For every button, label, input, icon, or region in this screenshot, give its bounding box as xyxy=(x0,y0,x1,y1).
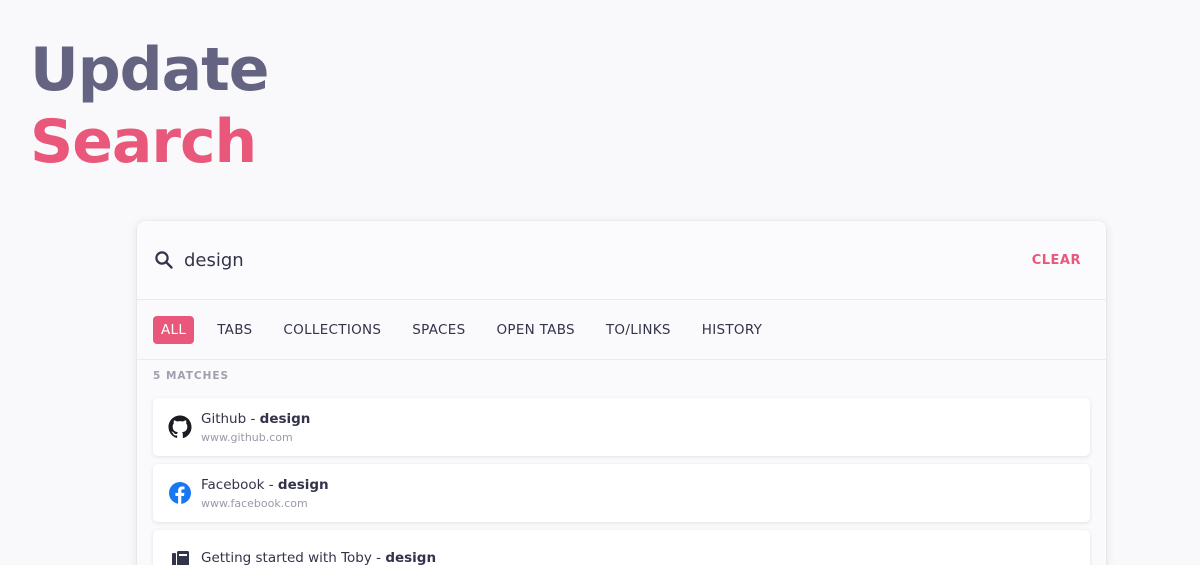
results-list: Github - design www.github.com Facebook … xyxy=(137,398,1106,565)
result-title: Facebook - design xyxy=(201,477,329,493)
result-text: Facebook - design www.facebook.com xyxy=(201,476,329,510)
search-panel: CLEAR ALL TABS COLLECTIONS SPACES OPEN T… xyxy=(137,221,1106,565)
search-icon xyxy=(153,249,175,271)
search-input[interactable] xyxy=(184,249,1032,271)
tab-collections[interactable]: COLLECTIONS xyxy=(275,316,389,344)
result-item[interactable]: Facebook - design www.facebook.com xyxy=(153,464,1090,522)
result-url: www.github.com xyxy=(201,431,293,444)
facebook-icon xyxy=(167,480,193,506)
result-url: www.facebook.com xyxy=(201,497,308,510)
result-title: Getting started with Toby - design xyxy=(201,549,437,565)
clear-button[interactable]: CLEAR xyxy=(1032,253,1081,268)
tab-history[interactable]: HISTORY xyxy=(694,316,770,344)
result-item[interactable]: Getting started with Toby - design xyxy=(153,530,1090,565)
tab-tabs[interactable]: TABS xyxy=(209,316,260,344)
result-title: Github - design xyxy=(201,411,311,427)
result-text: Getting started with Toby - design xyxy=(201,549,436,565)
result-item[interactable]: Github - design www.github.com xyxy=(153,398,1090,456)
page: Update Search CLEAR ALL TABS COLLECTIONS… xyxy=(0,0,1200,565)
hero-title-line1: Update xyxy=(30,35,269,105)
github-icon xyxy=(167,414,193,440)
toby-icon xyxy=(167,546,193,565)
search-bar: CLEAR xyxy=(137,221,1106,300)
filter-tabs: ALL TABS COLLECTIONS SPACES OPEN TABS TO… xyxy=(137,300,1106,360)
tab-spaces[interactable]: SPACES xyxy=(404,316,473,344)
hero-title-line2: Search xyxy=(30,107,257,177)
tab-open-tabs[interactable]: OPEN TABS xyxy=(488,316,582,344)
hero-title: Update Search xyxy=(30,34,269,178)
tab-all[interactable]: ALL xyxy=(153,315,195,344)
result-text: Github - design www.github.com xyxy=(201,410,310,444)
tab-to-links[interactable]: TO/LINKS xyxy=(598,316,679,344)
matches-count: 5 MATCHES xyxy=(153,370,230,382)
